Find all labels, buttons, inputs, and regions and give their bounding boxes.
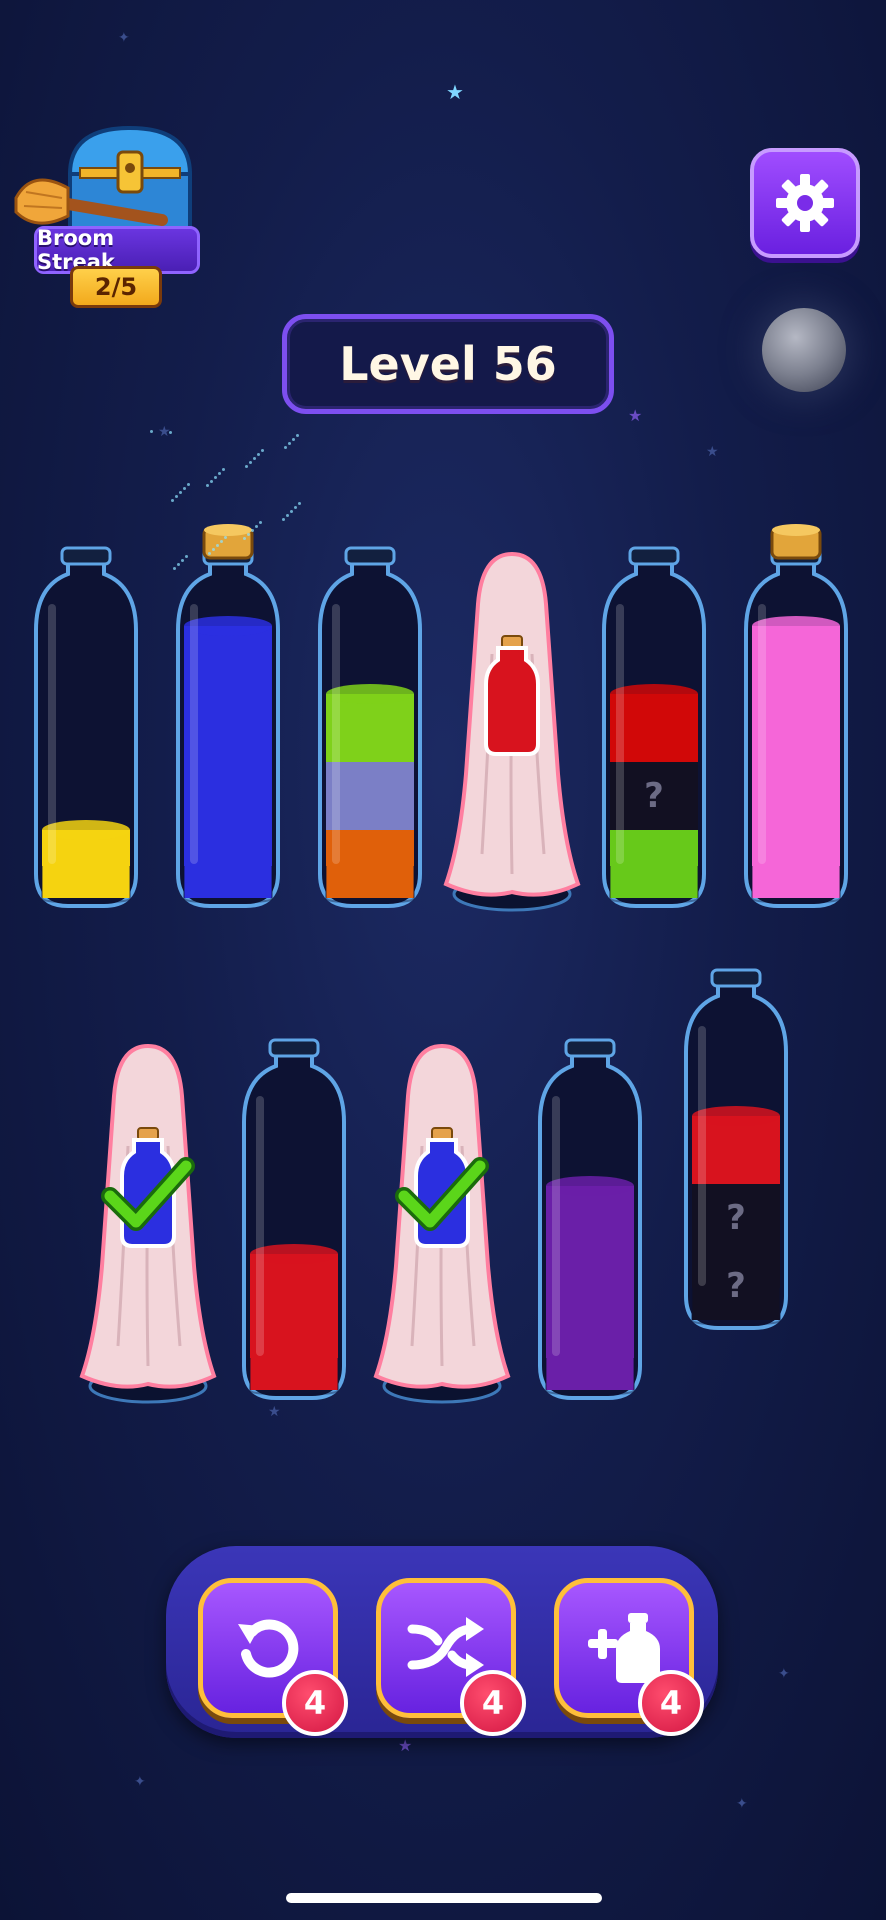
sparkle-particle bbox=[286, 514, 289, 517]
bottle-1[interactable] bbox=[26, 534, 146, 914]
sparkle-particle bbox=[216, 544, 219, 547]
sparkle-particle bbox=[245, 465, 248, 468]
gear-icon bbox=[776, 174, 834, 232]
sparkle-particle bbox=[261, 449, 264, 452]
sparkle-particle bbox=[253, 457, 256, 460]
bottle-5[interactable]: ? bbox=[594, 534, 714, 914]
sparkle-particle bbox=[181, 559, 184, 562]
bottle-11[interactable]: ?? bbox=[676, 956, 796, 1336]
unknown-layer-mark: ? bbox=[726, 1198, 746, 1238]
star-icon: ★ bbox=[446, 80, 464, 104]
unknown-layer-mark: ? bbox=[726, 1266, 746, 1306]
streak-progress: 2/5 bbox=[70, 266, 162, 308]
level-title: Level 56 bbox=[282, 314, 614, 414]
bottle-7[interactable] bbox=[79, 1026, 217, 1406]
sparkle-particle bbox=[282, 518, 285, 521]
sparkle-particle bbox=[173, 567, 176, 570]
sparkle-particle bbox=[251, 529, 254, 532]
star-icon: ✦ bbox=[134, 1774, 146, 1790]
sparkle-particle bbox=[177, 563, 180, 566]
sparkle-particle bbox=[284, 446, 287, 449]
sparkle-particle bbox=[218, 472, 221, 475]
sparkle-particle bbox=[257, 453, 260, 456]
shuffle-icon bbox=[407, 1617, 484, 1677]
sparkle-particle bbox=[247, 533, 250, 536]
sparkle-particle bbox=[298, 502, 301, 505]
sparkle-particle bbox=[150, 430, 153, 433]
sparkle-particle bbox=[288, 442, 291, 445]
star-icon: ✦ bbox=[736, 1796, 748, 1812]
sparkle-particle bbox=[224, 536, 227, 539]
bottle-9[interactable] bbox=[373, 1026, 511, 1406]
unknown-layer-mark: ? bbox=[644, 776, 664, 816]
star-icon: ★ bbox=[706, 444, 719, 460]
star-icon: ★ bbox=[628, 406, 643, 425]
sparkle-particle bbox=[222, 468, 225, 471]
sparkle-particle bbox=[179, 491, 182, 494]
bottle-10[interactable] bbox=[530, 1026, 650, 1406]
add-bottle-count-badge: 4 bbox=[638, 1670, 704, 1736]
sparkle-particle bbox=[292, 438, 295, 441]
home-indicator bbox=[286, 1893, 602, 1903]
bottle-2[interactable] bbox=[168, 524, 288, 914]
sparkle-particle bbox=[220, 540, 223, 543]
star-icon: ✦ bbox=[778, 1666, 790, 1682]
sparkle-particle bbox=[294, 506, 297, 509]
star-icon: ★ bbox=[268, 1404, 281, 1420]
undo-count-badge: 4 bbox=[282, 1670, 348, 1736]
sparkle-particle bbox=[206, 484, 209, 487]
undo-icon bbox=[238, 1619, 299, 1678]
star-icon: ★ bbox=[398, 1736, 413, 1755]
sparkle-particle bbox=[171, 499, 174, 502]
sparkle-particle bbox=[214, 476, 217, 479]
sparkle-particle bbox=[290, 510, 293, 513]
sparkle-particle bbox=[212, 548, 215, 551]
broom-streak-badge[interactable]: Broom Streak 2/5 bbox=[12, 118, 208, 308]
bottle-6[interactable] bbox=[736, 524, 856, 914]
hint-orb-button[interactable] bbox=[762, 308, 846, 392]
sparkle-particle bbox=[175, 495, 178, 498]
sparkle-particle bbox=[187, 483, 190, 486]
bottle-4[interactable] bbox=[443, 534, 581, 914]
star-icon: ✦ bbox=[118, 30, 130, 46]
sparkle-particle bbox=[255, 525, 258, 528]
bottle-8[interactable] bbox=[234, 1026, 354, 1406]
sparkle-particle bbox=[183, 487, 186, 490]
sparkle-particle bbox=[243, 537, 246, 540]
settings-button[interactable] bbox=[750, 148, 860, 258]
sparkle-particle bbox=[208, 552, 211, 555]
bottle-3[interactable] bbox=[310, 534, 430, 914]
sparkle-particle bbox=[185, 555, 188, 558]
sparkle-particle bbox=[249, 461, 252, 464]
sparkle-particle bbox=[296, 434, 299, 437]
sparkle-particle bbox=[259, 521, 262, 524]
sparkle-particle bbox=[210, 480, 213, 483]
shuffle-count-badge: 4 bbox=[460, 1670, 526, 1736]
sparkle-particle bbox=[169, 431, 172, 434]
